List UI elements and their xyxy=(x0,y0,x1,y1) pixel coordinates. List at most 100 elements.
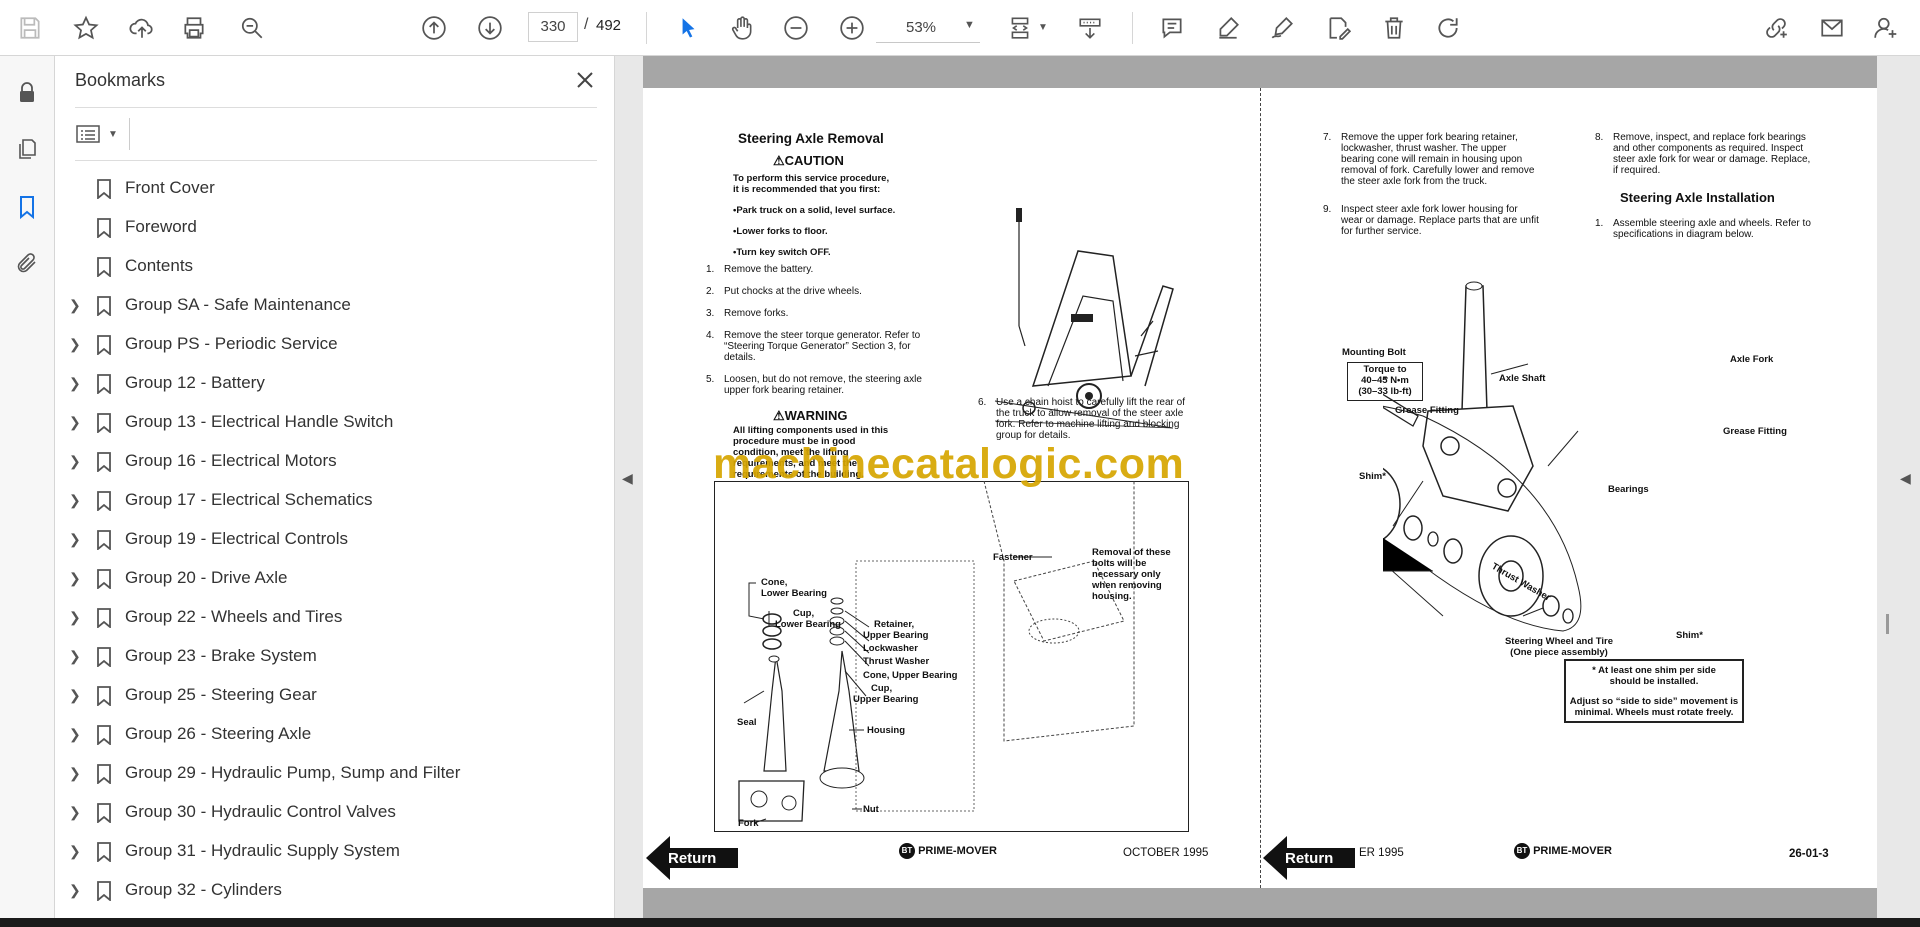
bookmark-item[interactable]: ❯ Group 25 - Steering Gear xyxy=(55,678,595,714)
forklift-illustration xyxy=(994,208,1174,429)
chevron-right-icon[interactable]: ❯ xyxy=(69,804,85,822)
diagram-label: Shim* xyxy=(1359,471,1386,482)
bookmark-item[interactable]: ❯ Group 19 - Electrical Controls xyxy=(55,522,595,558)
document-scrollbar[interactable] xyxy=(1886,614,1889,634)
bookmark-item[interactable]: ❯ Group 29 - Hydraulic Pump, Sump and Fi… xyxy=(55,756,595,792)
main-toolbar: 330 / 492 53% ▼ ▼ xyxy=(0,0,1920,56)
page-number-footer: 26-01-3 xyxy=(1789,848,1829,860)
bookmark-item[interactable]: ❯ Group 13 - Electrical Handle Switch xyxy=(55,405,595,441)
diagram-label: Grease Fitting xyxy=(1723,426,1787,437)
chevron-right-icon[interactable]: ❯ xyxy=(69,882,85,900)
next-page-icon[interactable] xyxy=(474,12,506,44)
caution-intro: it is recommended that you first: xyxy=(733,184,881,195)
chevron-right-icon[interactable]: ❯ xyxy=(69,843,85,861)
chevron-right-icon[interactable]: ❯ xyxy=(69,765,85,783)
add-user-icon[interactable] xyxy=(1870,12,1902,44)
step-text: removal of fork. Carefully lower and rem… xyxy=(1341,165,1535,176)
chevron-down-icon: ▼ xyxy=(108,128,118,140)
brand-footer: BT PRIME-MOVER xyxy=(1514,843,1612,859)
chevron-right-icon[interactable]: ❯ xyxy=(69,531,85,549)
step-text: the steer axle fork from the truck. xyxy=(1341,176,1488,187)
bookmark-item[interactable]: Foreword xyxy=(55,210,595,246)
prev-page-icon[interactable] xyxy=(418,12,450,44)
bookmark-item[interactable]: ❯ Group 16 - Electrical Motors xyxy=(55,444,595,480)
comment-icon[interactable] xyxy=(1156,12,1188,44)
bookmark-label: Group 26 - Steering Axle xyxy=(125,724,312,743)
return-button[interactable]: Return xyxy=(646,836,738,880)
bookmark-label: Group 22 - Wheels and Tires xyxy=(125,607,343,626)
zoom-in-icon[interactable] xyxy=(836,12,868,44)
email-icon[interactable] xyxy=(1816,12,1848,44)
bookmark-item[interactable]: ❯ Group 23 - Brake System xyxy=(55,639,595,675)
bookmark-icon xyxy=(95,452,113,473)
step-text: specifications in diagram below. xyxy=(1613,229,1754,240)
fit-page-icon[interactable] xyxy=(1004,12,1036,44)
chevron-right-icon[interactable]: ❯ xyxy=(69,336,85,354)
chevron-right-icon[interactable]: ❯ xyxy=(69,453,85,471)
diagram-label: Axle Fork xyxy=(1730,354,1774,365)
page-gap xyxy=(643,56,1877,88)
chevron-right-icon[interactable]: ❯ xyxy=(69,375,85,393)
zoom-search-icon[interactable] xyxy=(236,12,268,44)
bookmark-star-icon[interactable] xyxy=(70,12,102,44)
caution-heading: ⚠CAUTION xyxy=(773,153,844,168)
warning-triangle-icon: ⚠ xyxy=(773,153,785,168)
chevron-right-icon[interactable]: ❯ xyxy=(69,297,85,315)
bookmark-label: Group 12 - Battery xyxy=(125,373,265,392)
bookmark-item[interactable]: ❯ Group 12 - Battery xyxy=(55,366,595,402)
bookmark-item[interactable]: ❯ Group 31 - Hydraulic Supply System xyxy=(55,834,595,870)
sign-icon[interactable] xyxy=(1266,12,1298,44)
bookmark-item[interactable]: ❯ Group 30 - Hydraulic Control Valves xyxy=(55,795,595,831)
share-link-icon[interactable] xyxy=(1760,12,1792,44)
scroll-mode-icon[interactable] xyxy=(1074,12,1106,44)
lock-icon[interactable] xyxy=(12,78,42,108)
bookmark-item[interactable]: ❯ Group 26 - Steering Axle xyxy=(55,717,595,753)
bookmark-item[interactable]: ❯ Group 32 - Cylinders xyxy=(55,873,595,909)
chevron-right-icon[interactable]: ❯ xyxy=(69,648,85,666)
edit-pdf-icon[interactable] xyxy=(1322,12,1354,44)
close-icon[interactable] xyxy=(573,68,599,94)
bookmarks-panel-icon[interactable] xyxy=(12,192,42,222)
select-cursor-icon[interactable] xyxy=(672,12,704,44)
chevron-right-icon[interactable]: ❯ xyxy=(69,609,85,627)
bookmark-item[interactable]: Front Cover xyxy=(55,171,595,207)
print-icon[interactable] xyxy=(178,12,210,44)
page-number-input[interactable]: 330 xyxy=(528,12,578,42)
diagram-label: Cup, xyxy=(793,608,815,619)
upload-icon[interactable] xyxy=(126,12,158,44)
bookmark-item[interactable]: ❯ Group 22 - Wheels and Tires xyxy=(55,600,595,636)
zoom-dropdown[interactable]: 53% ▼ xyxy=(876,12,980,43)
chevron-right-icon[interactable]: ❯ xyxy=(69,687,85,705)
expand-panel-icon[interactable]: ◀ xyxy=(1900,470,1918,500)
bookmark-item[interactable]: ❯ Group SA - Safe Maintenance xyxy=(55,288,595,324)
return-button[interactable]: Return xyxy=(1263,836,1355,880)
delete-icon[interactable] xyxy=(1378,12,1410,44)
page-thumbnails-icon[interactable] xyxy=(12,134,42,164)
toolbar-divider xyxy=(1132,12,1133,44)
hand-icon[interactable] xyxy=(726,12,758,44)
diagram-label: bolts will be xyxy=(1092,558,1147,569)
chevron-down-icon[interactable]: ▼ xyxy=(1038,22,1048,33)
chevron-right-icon[interactable]: ❯ xyxy=(69,726,85,744)
collapse-panel-icon[interactable]: ◀ xyxy=(622,470,640,500)
step-text: details. xyxy=(724,352,756,363)
chevron-right-icon[interactable]: ❯ xyxy=(69,414,85,432)
diagram-label: Lower Bearing xyxy=(761,588,827,599)
rotate-icon[interactable] xyxy=(1432,12,1464,44)
bookmark-icon xyxy=(95,764,113,785)
note-line: * At least one shim per side xyxy=(1592,665,1716,676)
bookmark-item[interactable]: Contents xyxy=(55,249,595,285)
bookmark-item[interactable]: ❯ Group PS - Periodic Service xyxy=(55,327,595,363)
chevron-right-icon[interactable]: ❯ xyxy=(69,492,85,510)
bookmark-item[interactable]: ❯ Group 17 - Electrical Schematics xyxy=(55,483,595,519)
highlight-icon[interactable] xyxy=(1212,12,1244,44)
bookmark-icon xyxy=(95,725,113,746)
zoom-out-icon[interactable] xyxy=(780,12,812,44)
bookmark-options-button[interactable]: ▼ xyxy=(75,118,127,150)
chevron-right-icon[interactable]: ❯ xyxy=(69,570,85,588)
bookmarks-panel: Bookmarks ▼ Front Cover Foreword Content… xyxy=(55,56,659,918)
save-icon[interactable] xyxy=(14,12,46,44)
bookmark-item[interactable]: ❯ Group 20 - Drive Axle xyxy=(55,561,595,597)
attachments-icon[interactable] xyxy=(12,248,42,278)
step-number: 8. xyxy=(1595,132,1604,143)
